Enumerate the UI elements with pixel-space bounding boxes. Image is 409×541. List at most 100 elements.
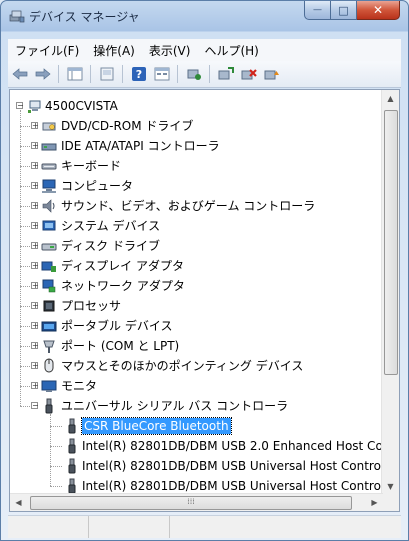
- expand-icon[interactable]: +: [31, 202, 39, 210]
- expand-icon[interactable]: +: [31, 182, 39, 190]
- expand-icon[interactable]: +: [31, 302, 39, 310]
- collapse-icon[interactable]: −: [31, 402, 39, 410]
- view-icon: [154, 67, 170, 81]
- help-icon: ?: [132, 67, 146, 81]
- view-tree-button[interactable]: [64, 63, 86, 85]
- vertical-scrollbar[interactable]: ▲ ▼: [381, 90, 399, 495]
- tree-category[interactable]: + ポータブル デバイス: [10, 316, 383, 336]
- tree-category[interactable]: + ポート (COM と LPT): [10, 336, 383, 356]
- dvd-drive-icon: [42, 122, 56, 131]
- tree-category[interactable]: + マウスとそのほかのポインティング デバイス: [10, 356, 383, 376]
- expand-icon[interactable]: +: [31, 322, 39, 330]
- scan-hardware-button[interactable]: [215, 63, 237, 85]
- tree-device[interactable]: Intel(R) 82801DB/DBM USB Universal Host …: [10, 456, 383, 476]
- scrollbar-corner: [382, 494, 399, 511]
- disable-icon: [241, 69, 257, 80]
- maximize-button[interactable]: □: [331, 1, 357, 20]
- expand-icon[interactable]: +: [31, 342, 39, 350]
- tree-category-label: ディスク ドライブ: [61, 239, 160, 253]
- svg-text:?: ?: [136, 68, 142, 81]
- toolbar-separator: [209, 65, 210, 83]
- close-button[interactable]: ✕: [357, 1, 400, 20]
- forward-button[interactable]: [32, 63, 54, 85]
- back-button[interactable]: [9, 63, 31, 85]
- status-cell: [170, 516, 401, 538]
- tree-category[interactable]: − ユニバーサル シリアル バス コントローラ: [10, 396, 383, 416]
- tree-device-label: CSR BlueCore Bluetooth: [81, 417, 232, 435]
- tree-category[interactable]: + IDE ATA/ATAPI コントローラ: [10, 136, 383, 156]
- horizontal-scroll-thumb[interactable]: ⁞⁞⁞: [30, 496, 352, 510]
- tree-device[interactable]: CSR BlueCore Bluetooth: [10, 416, 383, 436]
- tree-category-label: サウンド、ビデオ、およびゲーム コントローラ: [61, 199, 316, 213]
- tree-category[interactable]: + コンピュータ: [10, 176, 383, 196]
- horizontal-scrollbar[interactable]: ◀ ⁞⁞⁞ ▶: [10, 493, 383, 511]
- minimize-button[interactable]: —: [304, 1, 331, 20]
- status-cell: [8, 516, 89, 538]
- tree-root[interactable]: − 4500CVISTA: [10, 96, 383, 116]
- tree-category[interactable]: + サウンド、ビデオ、およびゲーム コントローラ: [10, 196, 383, 216]
- status-cell: [89, 516, 170, 538]
- properties-icon: [67, 67, 83, 81]
- disk-drive-icon: [41, 243, 57, 251]
- tree-guide-line: [50, 426, 62, 427]
- disable-button[interactable]: [238, 63, 260, 85]
- scroll-left-icon[interactable]: ◀: [10, 494, 27, 511]
- caption-buttons: — □ ✕: [304, 1, 400, 21]
- toolbar-separator: [58, 65, 59, 83]
- back-icon: [12, 68, 28, 80]
- tree-category-label: DVD/CD-ROM ドライブ: [61, 119, 194, 133]
- vertical-scroll-thumb[interactable]: [384, 110, 398, 375]
- menu-action[interactable]: 操作(A): [86, 42, 142, 59]
- tree-device-label: Intel(R) 82801DB/DBM USB 2.0 Enhanced Ho…: [82, 439, 383, 453]
- scroll-right-icon[interactable]: ▶: [366, 494, 383, 511]
- expand-icon[interactable]: +: [31, 282, 39, 290]
- tree-category-label: プロセッサ: [61, 299, 122, 313]
- usb-device-icon: [68, 438, 76, 454]
- menu-file[interactable]: ファイル(F): [8, 42, 86, 59]
- expand-icon[interactable]: +: [31, 162, 39, 170]
- uninstall-button[interactable]: [261, 63, 283, 85]
- view-button[interactable]: [151, 63, 173, 85]
- tree-device[interactable]: Intel(R) 82801DB/DBM USB 2.0 Enhanced Ho…: [10, 436, 383, 456]
- expand-icon[interactable]: +: [31, 242, 39, 250]
- forward-icon: [35, 68, 51, 80]
- tree-category[interactable]: + ディスク ドライブ: [10, 236, 383, 256]
- tree-category-label: ネットワーク アダプタ: [61, 279, 185, 293]
- tree-category[interactable]: + ディスプレイ アダプタ: [10, 256, 383, 276]
- tree-category-label: マウスとそのほかのポインティング デバイス: [61, 359, 304, 373]
- tree-category[interactable]: + プロセッサ: [10, 296, 383, 316]
- usb-device-icon: [68, 478, 76, 494]
- expand-icon[interactable]: +: [31, 362, 39, 370]
- help-button[interactable]: ?: [128, 63, 150, 85]
- device-tree[interactable]: − 4500CVISTA + DVD/CD-ROM ドライブ + IDE ATA/AT…: [10, 90, 383, 495]
- scan-button[interactable]: [96, 63, 118, 85]
- tree-category[interactable]: + ネットワーク アダプタ: [10, 276, 383, 296]
- update-driver-button[interactable]: [183, 63, 205, 85]
- tree-guide-line: [50, 466, 62, 467]
- collapse-icon[interactable]: −: [16, 102, 24, 110]
- tree-category-label: ポート (COM と LPT): [61, 339, 180, 353]
- scroll-up-icon[interactable]: ▲: [382, 90, 399, 107]
- toolbar-separator: [90, 65, 91, 83]
- expand-icon[interactable]: +: [31, 382, 39, 390]
- tree-category[interactable]: + キーボード: [10, 156, 383, 176]
- tree-category[interactable]: + モニタ: [10, 376, 383, 396]
- tree-category[interactable]: + DVD/CD-ROM ドライブ: [10, 116, 383, 136]
- expand-icon[interactable]: +: [31, 262, 39, 270]
- tree-category[interactable]: + システム デバイス: [10, 216, 383, 236]
- tree-category-label: キーボード: [61, 159, 122, 173]
- expand-icon[interactable]: +: [31, 122, 39, 130]
- computer-root-icon: [28, 100, 41, 113]
- keyboard-icon: [41, 163, 57, 170]
- scroll-down-icon[interactable]: ▼: [382, 478, 399, 495]
- tree-category-label: コンピュータ: [61, 179, 134, 193]
- menu-view[interactable]: 表示(V): [142, 42, 198, 59]
- toolbar-separator: [122, 65, 123, 83]
- tree-category-label: モニタ: [61, 379, 98, 393]
- expand-icon[interactable]: +: [31, 222, 39, 230]
- title-bar[interactable]: デバイス マネージャ — □ ✕: [1, 1, 408, 31]
- expand-icon[interactable]: +: [31, 142, 39, 150]
- close-icon: ✕: [372, 3, 384, 17]
- menu-help[interactable]: ヘルプ(H): [197, 42, 265, 59]
- window-title: デバイス マネージャ: [29, 10, 140, 24]
